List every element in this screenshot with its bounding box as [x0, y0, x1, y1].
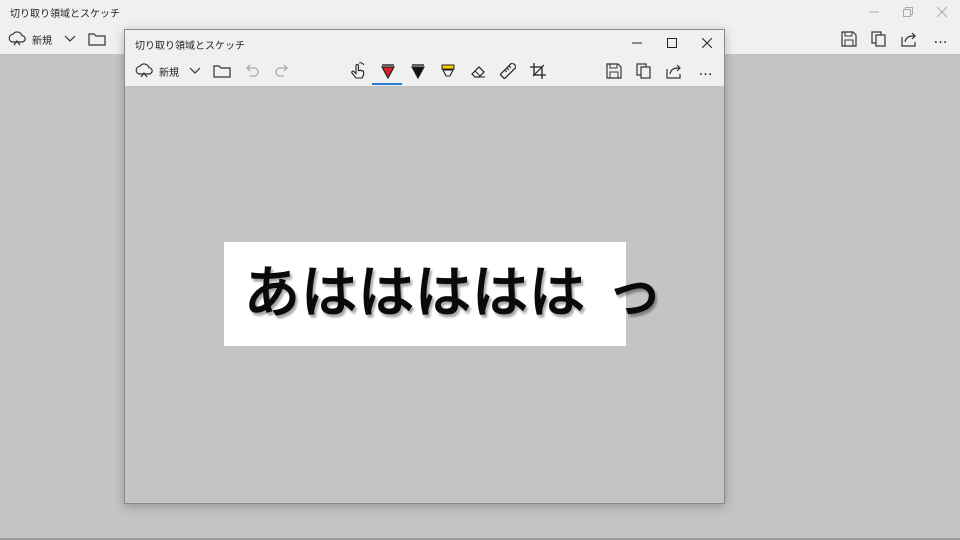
minimize-button[interactable]	[620, 30, 654, 56]
title-bar: 切り取り領域とスケッチ	[125, 30, 724, 56]
chevron-down-icon	[64, 35, 76, 42]
undo-button[interactable]	[241, 57, 263, 85]
touch-writing-icon	[351, 62, 365, 79]
save-icon	[841, 31, 857, 47]
pencil-button[interactable]	[407, 57, 429, 85]
outer-restore-button[interactable]	[891, 0, 925, 24]
outer-window-title: 切り取り領域とスケッチ	[10, 9, 120, 20]
highlighter-icon	[441, 64, 455, 77]
outer-close-button[interactable]	[925, 0, 959, 24]
folder-icon	[213, 65, 231, 78]
new-label: 新規	[159, 67, 179, 79]
share-icon	[901, 32, 916, 47]
minimize-icon	[869, 11, 879, 13]
eraser-button[interactable]	[467, 57, 489, 85]
save-icon	[606, 63, 622, 79]
copy-icon	[871, 31, 886, 47]
ruler-button[interactable]	[497, 57, 519, 85]
copy-icon	[636, 63, 651, 79]
highlighter-button[interactable]	[437, 57, 459, 85]
redo-button[interactable]	[271, 57, 293, 85]
touch-writing-button[interactable]	[347, 57, 369, 85]
more-button[interactable]: …	[693, 57, 719, 85]
outer-new-button[interactable]: 新規	[8, 25, 52, 53]
maximize-button[interactable]	[655, 30, 689, 56]
share-button[interactable]	[663, 57, 685, 85]
toolbar: 新規 …	[125, 56, 724, 86]
new-button[interactable]: 新規	[135, 57, 179, 85]
selected-tool-indicator	[372, 83, 402, 85]
undo-icon	[246, 64, 259, 77]
close-button[interactable]	[690, 30, 724, 56]
open-file-button[interactable]	[211, 57, 233, 85]
outer-new-label: 新規	[32, 35, 52, 47]
eraser-icon	[471, 66, 485, 78]
ballpoint-pen-icon	[381, 64, 395, 79]
outer-share-button[interactable]	[898, 25, 920, 53]
snip-image: あははははは っ	[224, 242, 663, 346]
window-title: 切り取り領域とスケッチ	[135, 41, 245, 52]
outer-new-dropdown[interactable]	[62, 25, 78, 53]
chevron-down-icon	[189, 67, 201, 74]
close-icon	[937, 7, 947, 17]
outer-minimize-button[interactable]	[857, 0, 891, 24]
share-icon	[666, 64, 681, 79]
crop-icon	[530, 63, 546, 79]
ruler-icon	[500, 63, 516, 79]
outer-save-button[interactable]	[838, 25, 860, 53]
snip-sketch-window: 切り取り領域とスケッチ 新規 … あははははは っ	[124, 29, 725, 504]
folder-icon	[88, 33, 106, 46]
outer-copy-button[interactable]	[868, 25, 890, 53]
close-icon	[702, 38, 712, 48]
redo-icon	[275, 64, 288, 77]
outer-title-bar: 切り取り領域とスケッチ	[0, 0, 960, 24]
crop-button[interactable]	[527, 57, 549, 85]
outer-open-button[interactable]	[86, 25, 108, 53]
new-snip-icon	[8, 31, 26, 46]
minimize-icon	[632, 42, 642, 44]
restore-icon	[903, 7, 913, 17]
ballpoint-pen-button[interactable]	[377, 57, 399, 85]
copy-button[interactable]	[633, 57, 655, 85]
save-button[interactable]	[603, 57, 625, 85]
new-dropdown[interactable]	[187, 57, 203, 85]
pencil-icon	[411, 64, 425, 79]
new-snip-icon	[135, 63, 153, 78]
snip-text: あははははは っ	[244, 261, 664, 326]
more-icon: …	[698, 63, 714, 79]
maximize-icon	[667, 38, 677, 48]
more-icon: …	[933, 31, 949, 47]
outer-more-button[interactable]: …	[928, 25, 954, 53]
